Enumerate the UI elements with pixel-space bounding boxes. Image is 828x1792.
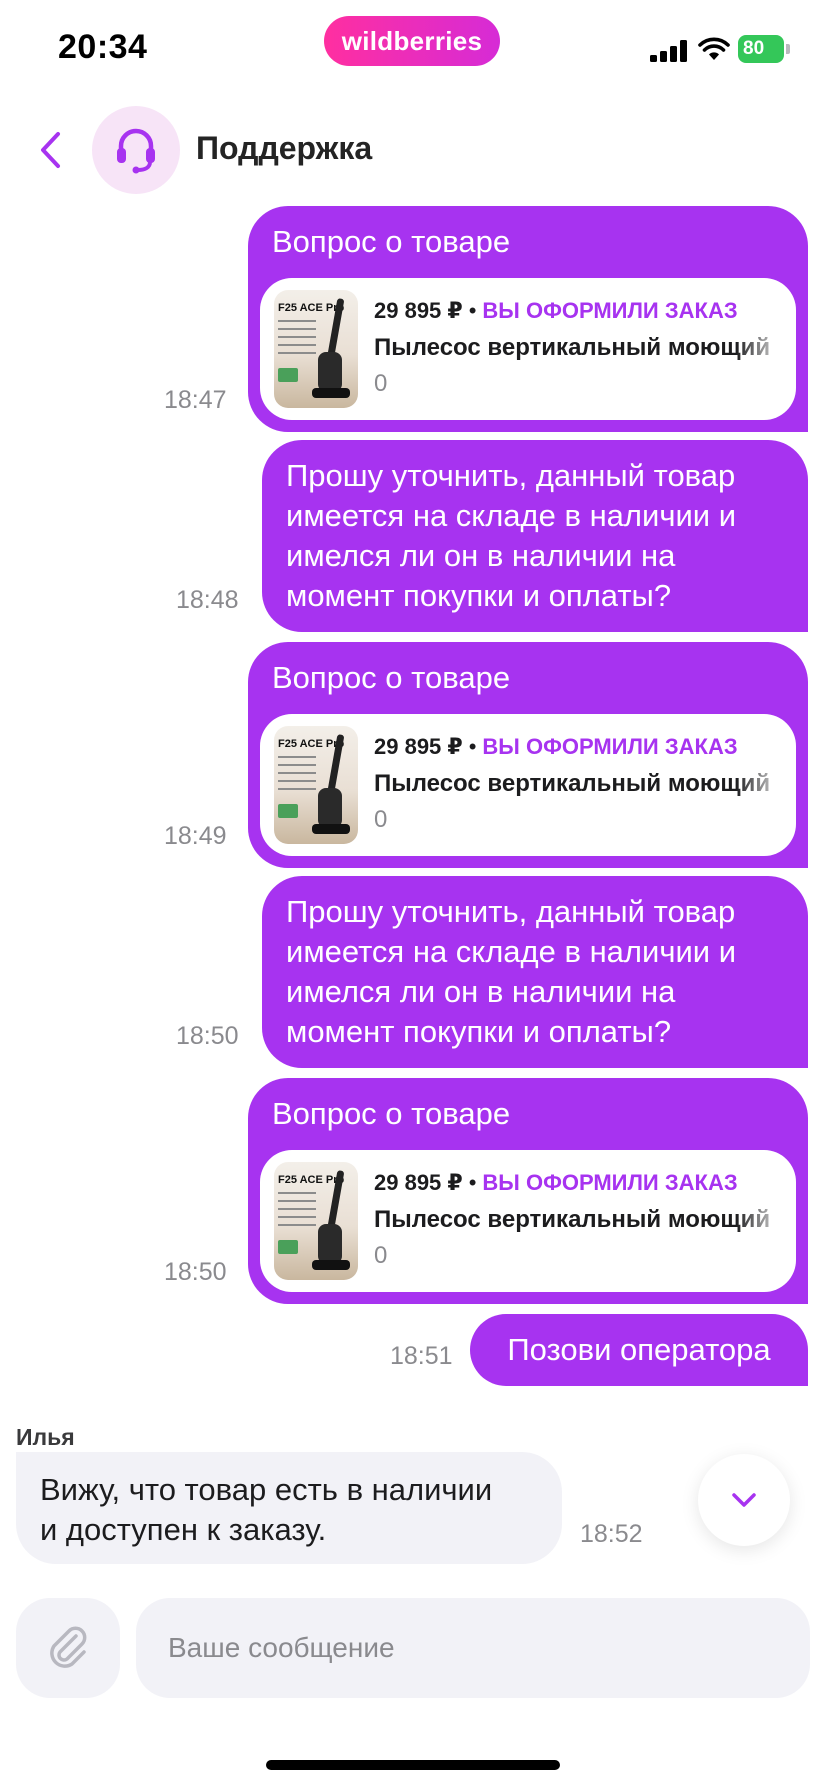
home-indicator: [266, 1760, 560, 1770]
incoming-message-bubble: Вижу, что товар есть в наличии и доступе…: [16, 1452, 562, 1564]
product-meta: 29 895 ₽ • ВЫ ОФОРМИЛИ ЗАКАЗ: [374, 734, 738, 759]
battery-level: 80: [738, 35, 784, 63]
product-card[interactable]: F25 ACE Pro 29 895 ₽ • ВЫ ОФОРМИЛИ ЗАКАЗ П…: [260, 714, 796, 856]
product-price: 29 895 ₽: [374, 734, 463, 759]
product-thumbnail: F25 ACE Pro: [274, 290, 358, 408]
product-price: 29 895 ₽: [374, 298, 463, 323]
product-card[interactable]: F25 ACE Pro 29 895 ₽ • ВЫ ОФОРМИЛИ ЗАКАЗ П…: [260, 278, 796, 420]
status-bar: 20:34 wildberries 80: [0, 0, 828, 100]
message-text-line: имелся ли он в наличии на: [286, 974, 676, 1009]
message-time: 18:50: [176, 1022, 239, 1050]
chevron-left-icon: [41, 132, 60, 168]
order-status: ВЫ ОФОРМИЛИ ЗАКАЗ: [482, 1170, 738, 1195]
product-question-bubble: Вопрос о товаре F25 ACE Pro 29 895 ₽ • ВЫ …: [248, 1078, 808, 1304]
chat-header: Поддержка: [0, 100, 828, 200]
chevron-down-icon: [732, 1493, 756, 1507]
bubble-heading: Вопрос о товаре: [272, 1096, 511, 1131]
product-card[interactable]: F25 ACE Pro 29 895 ₽ • ВЫ ОФОРМИЛИ ЗАКАЗ П…: [260, 1150, 796, 1292]
product-name: Пылесос вертикальный моющий: [374, 1206, 771, 1233]
message-time: 18:49: [164, 822, 227, 850]
message-text-line: Прошу уточнить, данный товар: [286, 894, 736, 929]
wifi-icon: [698, 37, 730, 60]
product-thumbnail: F25 ACE Pro: [274, 1162, 358, 1280]
message-time: 18:48: [176, 586, 239, 614]
bubble-heading: Вопрос о товаре: [272, 224, 511, 259]
product-meta: 29 895 ₽ • ВЫ ОФОРМИЛИ ЗАКАЗ: [374, 1170, 738, 1195]
scroll-to-bottom-button[interactable]: [698, 1454, 790, 1546]
message-time: 18:52: [580, 1520, 643, 1548]
message-text-line: Вижу, что товар есть в наличии: [40, 1472, 493, 1507]
message-text-line: имеется на складе в наличии и: [286, 934, 737, 969]
paperclip-icon: [50, 1626, 87, 1668]
headset-icon: [117, 128, 155, 174]
message-text-line: Прошу уточнить, данный товар: [286, 458, 736, 493]
product-name: Пылесос вертикальный моющий: [374, 334, 771, 361]
message-text-line: и доступен к заказу.: [40, 1512, 327, 1547]
product-price: 29 895 ₽: [374, 1170, 463, 1195]
outgoing-message-bubble: Позови оператора: [470, 1314, 808, 1386]
message-time: 18:50: [164, 1258, 227, 1286]
cellular-signal-icon: [650, 40, 688, 62]
product-quantity: 0: [374, 806, 388, 833]
bubble-heading: Вопрос о товаре: [272, 660, 511, 695]
status-time: 20:34: [58, 28, 148, 66]
sender-name: Илья: [16, 1424, 75, 1450]
product-question-bubble: Вопрос о товаре F25 ACE Pro 29 895 ₽ • ВЫ …: [248, 206, 808, 432]
support-avatar[interactable]: [92, 106, 180, 194]
order-status: ВЫ ОФОРМИЛИ ЗАКАЗ: [482, 298, 738, 323]
message-time: 18:47: [164, 386, 227, 414]
message-text-line: имеется на складе в наличии и: [286, 498, 737, 533]
battery-icon: 80: [738, 35, 790, 63]
outgoing-message-bubble: Прошу уточнить, данный товар имеется на …: [262, 440, 808, 632]
product-quantity: 0: [374, 370, 388, 397]
product-thumbnail: F25 ACE Pro: [274, 726, 358, 844]
order-status: ВЫ ОФОРМИЛИ ЗАКАЗ: [482, 734, 738, 759]
message-text-line: момент покупки и оплаты?: [286, 578, 672, 613]
product-quantity: 0: [374, 1242, 388, 1269]
message-time: 18:51: [390, 1342, 453, 1370]
product-question-bubble: Вопрос о товаре F25 ACE Pro 29 895 ₽ • ВЫ …: [248, 642, 808, 868]
wildberries-logo: wildberries: [324, 16, 500, 66]
attach-button[interactable]: [16, 1598, 120, 1698]
message-text-line: момент покупки и оплаты?: [286, 1014, 672, 1049]
message-text-line: имелся ли он в наличии на: [286, 538, 676, 573]
message-input[interactable]: [136, 1598, 810, 1698]
outgoing-message-bubble: Прошу уточнить, данный товар имеется на …: [262, 876, 808, 1068]
back-button[interactable]: [30, 122, 70, 178]
product-name: Пылесос вертикальный моющий: [374, 770, 771, 797]
product-meta: 29 895 ₽ • ВЫ ОФОРМИЛИ ЗАКАЗ: [374, 298, 738, 323]
chat-title: Поддержка: [196, 130, 373, 166]
